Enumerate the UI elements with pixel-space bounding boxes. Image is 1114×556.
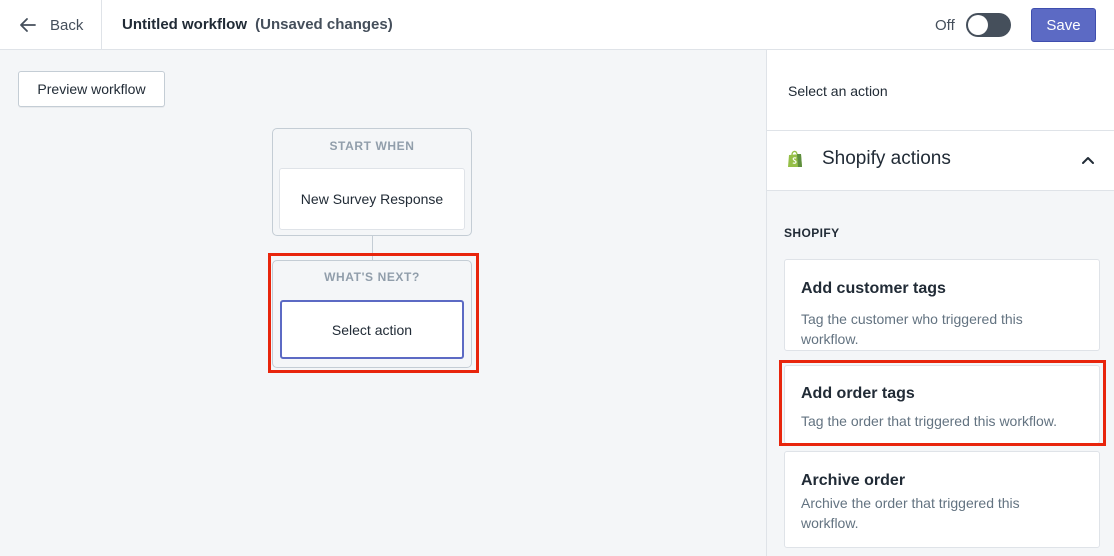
workflow-active-toggle[interactable]: [966, 13, 1011, 37]
panel-header: Select an action: [767, 50, 1114, 131]
group-label: SHOPIFY: [784, 226, 840, 240]
toggle-knob: [968, 15, 988, 35]
action-description: Tag the customer who triggered this work…: [801, 311, 1023, 347]
save-button[interactable]: Save: [1031, 8, 1096, 42]
shopify-bag-icon: [788, 150, 802, 167]
trigger-card[interactable]: New Survey Response: [279, 168, 465, 230]
action-title: Add customer tags: [801, 280, 946, 297]
action-archive-order[interactable]: Archive order Archive the order that tri…: [784, 451, 1100, 548]
highlight-box: [779, 360, 1106, 446]
back-button[interactable]: Back: [0, 0, 102, 50]
top-bar: Back Untitled workflow (Unsaved changes)…: [0, 0, 1114, 50]
action-panel: Select an action Shopify actions SHOPIFY…: [766, 50, 1114, 556]
start-when-node: START WHEN New Survey Response: [272, 128, 472, 236]
panel-heading: Select an action: [788, 83, 888, 99]
action-title: Archive order: [801, 472, 906, 489]
shopify-actions-section[interactable]: Shopify actions: [767, 131, 1114, 191]
arrow-left-icon: [20, 18, 36, 32]
page-title: Untitled workflow (Unsaved changes): [122, 16, 393, 33]
workflow-title: Untitled workflow: [122, 16, 247, 33]
unsaved-status: (Unsaved changes): [255, 16, 393, 33]
section-title: Shopify actions: [822, 148, 951, 169]
action-description: Archive the order that triggered this wo…: [801, 495, 1020, 531]
toggle-status-label: Off: [935, 17, 955, 34]
start-node-header: START WHEN: [329, 139, 415, 153]
highlight-box: [268, 253, 479, 373]
action-add-customer-tags[interactable]: Add customer tags Tag the customer who t…: [784, 259, 1100, 351]
chevron-up-icon[interactable]: [1081, 153, 1095, 167]
back-label: Back: [50, 16, 84, 34]
preview-workflow-button[interactable]: Preview workflow: [18, 71, 165, 107]
